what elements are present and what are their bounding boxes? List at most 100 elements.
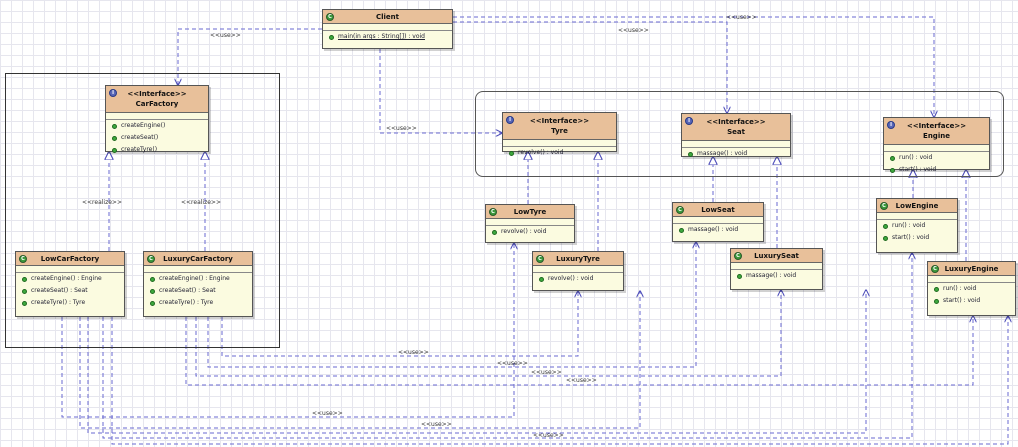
operations-compartment: revolve() : void bbox=[503, 147, 616, 159]
operation-row[interactable]: run() : void bbox=[884, 152, 989, 164]
class-luxurycarfactory[interactable]: C LuxuryCarFactory createEngine() : Engine… bbox=[143, 251, 253, 317]
class-lowseat[interactable]: C LowSeat massage() : void bbox=[672, 202, 764, 242]
class-lowtyre[interactable]: C LowTyre revolve() : void bbox=[485, 204, 575, 243]
public-method-icon bbox=[883, 223, 888, 229]
class-name: LowEngine bbox=[895, 201, 939, 210]
operation-signature: createEngine() bbox=[121, 122, 166, 129]
operation-row[interactable]: main(in args : String[]) : void bbox=[323, 31, 452, 43]
operation-row[interactable]: run() : void bbox=[877, 220, 957, 232]
class-engine[interactable]: I <<Interface>> Engine run() : void start() … bbox=[883, 117, 990, 173]
use-label-luxuryseat: <<use>> bbox=[531, 369, 562, 376]
interface-icon: I bbox=[506, 116, 514, 124]
operation-signature: createTyre() : Tyre bbox=[159, 299, 214, 306]
operation-signature: run() : void bbox=[943, 285, 977, 292]
class-luxurytyre[interactable]: C LuxuryTyre revolve() : void bbox=[532, 251, 624, 291]
class-lowengine[interactable]: C LowEngine run() : void start() : void bbox=[876, 198, 958, 253]
operations-compartment: run() : void start() : void bbox=[877, 220, 957, 244]
operation-signature: start() : void bbox=[943, 297, 981, 304]
operation-row[interactable]: revolve() : void bbox=[533, 273, 623, 285]
class-tyre[interactable]: I <<Interface>> Tyre revolve() : void bbox=[502, 112, 617, 156]
operation-row[interactable]: massage() : void bbox=[682, 148, 790, 160]
class-name: Seat bbox=[727, 128, 745, 136]
class-name: LuxurySeat bbox=[754, 251, 799, 260]
use-label-luxuryengine: <<use>> bbox=[566, 377, 597, 384]
operation-row[interactable]: createSeat() : Seat bbox=[144, 285, 252, 297]
operations-compartment: run() : void start() : void bbox=[928, 283, 1015, 307]
class-icon: C bbox=[880, 202, 888, 210]
use-label-luxurytyre: <<use>> bbox=[398, 349, 429, 356]
operation-row[interactable]: revolve() : void bbox=[486, 226, 574, 238]
stereotype-label: <<Interface>> bbox=[127, 90, 187, 98]
operation-row[interactable]: createTyre() : Tyre bbox=[16, 297, 124, 309]
operation-row[interactable]: createEngine() : Engine bbox=[144, 273, 252, 285]
class-carfactory[interactable]: I <<Interface>> CarFactory createEngine() cr… bbox=[105, 85, 209, 153]
attributes-compartment bbox=[106, 113, 208, 120]
operation-signature: revolve() : void bbox=[548, 275, 594, 282]
attributes-compartment bbox=[928, 276, 1015, 283]
operation-row[interactable]: createEngine() bbox=[106, 120, 208, 132]
attributes-compartment bbox=[731, 263, 822, 270]
seat-header: I <<Interface>> Seat bbox=[682, 114, 790, 141]
public-method-icon bbox=[22, 288, 27, 294]
class-seat[interactable]: I <<Interface>> Seat massage() : void bbox=[681, 113, 791, 157]
operation-row[interactable]: createSeat() bbox=[106, 132, 208, 144]
public-method-icon bbox=[329, 34, 334, 40]
operation-row[interactable]: createTyre() : Tyre bbox=[144, 297, 252, 309]
operations-compartment: massage() : void bbox=[673, 224, 763, 236]
operation-row[interactable]: createTyre() bbox=[106, 144, 208, 156]
operation-row[interactable]: massage() : void bbox=[673, 224, 763, 236]
operation-signature: main(in args : String[]) : void bbox=[338, 33, 425, 40]
public-method-icon bbox=[112, 147, 117, 153]
client-header: C Client bbox=[323, 10, 452, 24]
class-icon: C bbox=[536, 255, 544, 263]
class-luxuryengine[interactable]: C LuxuryEngine run() : void start() : void bbox=[927, 261, 1016, 316]
luxurycarfactory-header: C LuxuryCarFactory bbox=[144, 252, 252, 266]
engine-header: I <<Interface>> Engine bbox=[884, 118, 989, 145]
public-method-icon bbox=[883, 235, 888, 241]
class-name: LuxuryTyre bbox=[556, 254, 600, 263]
operation-row[interactable]: createSeat() : Seat bbox=[16, 285, 124, 297]
operation-signature: massage() : void bbox=[688, 226, 739, 233]
public-method-icon bbox=[150, 276, 155, 282]
public-method-icon bbox=[539, 276, 544, 282]
operation-row[interactable]: start() : void bbox=[928, 295, 1015, 307]
operation-signature: revolve() : void bbox=[518, 149, 564, 156]
public-method-icon bbox=[112, 123, 117, 129]
class-name: Tyre bbox=[551, 127, 568, 135]
class-icon: C bbox=[19, 255, 27, 263]
operation-row[interactable]: createEngine() : Engine bbox=[16, 273, 124, 285]
lowengine-header: C LowEngine bbox=[877, 199, 957, 213]
class-lowcarfactory[interactable]: C LowCarFactory createEngine() : Engine cre… bbox=[15, 251, 125, 317]
operation-signature: createEngine() : Engine bbox=[31, 275, 102, 282]
class-icon: C bbox=[147, 255, 155, 263]
operation-row[interactable]: start() : void bbox=[877, 232, 957, 244]
operation-signature: run() : void bbox=[899, 154, 933, 161]
luxuryengine-header: C LuxuryEngine bbox=[928, 262, 1015, 276]
class-luxuryseat[interactable]: C LuxurySeat massage() : void bbox=[730, 248, 823, 290]
operation-row[interactable]: start() : void bbox=[884, 164, 989, 176]
public-method-icon bbox=[890, 167, 895, 173]
use-dependency-line-7[interactable] bbox=[185, 316, 973, 386]
operation-signature: start() : void bbox=[899, 166, 937, 173]
class-name: LowCarFactory bbox=[40, 254, 100, 263]
operation-row[interactable]: massage() : void bbox=[731, 270, 822, 282]
luxuryseat-header: C LuxurySeat bbox=[731, 249, 822, 263]
attributes-compartment bbox=[486, 219, 574, 226]
class-icon: C bbox=[326, 13, 334, 21]
lowtyre-header: C LowTyre bbox=[486, 205, 574, 219]
operation-row[interactable]: run() : void bbox=[928, 283, 1015, 295]
interface-icon: I bbox=[685, 117, 693, 125]
operation-row[interactable]: revolve() : void bbox=[503, 147, 616, 159]
operations-compartment: massage() : void bbox=[682, 148, 790, 160]
attributes-compartment bbox=[144, 266, 252, 273]
class-name: Engine bbox=[923, 132, 950, 140]
attributes-compartment bbox=[323, 24, 452, 31]
use-dependency-line-6[interactable] bbox=[195, 290, 781, 377]
public-method-icon bbox=[934, 298, 939, 304]
class-client[interactable]: C Client main(in args : String[]) : void bbox=[322, 9, 453, 49]
operations-compartment: createEngine() : Engine createSeat() : Se… bbox=[144, 273, 252, 309]
attributes-compartment bbox=[877, 213, 957, 220]
stereotype-label: <<Interface>> bbox=[706, 118, 766, 126]
use-label-client-engine: <<use>> bbox=[726, 14, 757, 21]
public-method-icon bbox=[890, 155, 895, 161]
